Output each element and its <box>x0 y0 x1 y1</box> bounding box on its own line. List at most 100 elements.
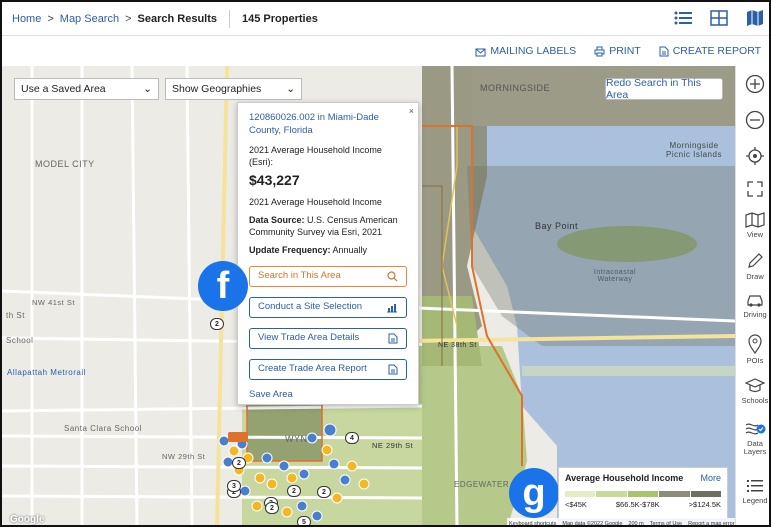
callout-badge-g: g <box>509 468 559 518</box>
map-canvas[interactable]: MODEL CITY MORNINGSIDE Morningside Picni… <box>2 66 735 526</box>
cluster-marker[interactable]: 2 <box>287 485 301 497</box>
cluster-marker[interactable]: 5 <box>297 516 311 525</box>
popup-metric-name: 2021 Average Household Income <box>249 196 382 207</box>
cluster-marker[interactable]: 2 <box>265 502 279 514</box>
map-label-morningside: MORNINGSIDE <box>480 83 551 93</box>
legend-tool-label: Legend <box>742 496 768 505</box>
view-tool[interactable]: View <box>736 212 769 239</box>
top-bar: Home > Map Search > Search Results 145 P… <box>2 2 769 36</box>
popup-title[interactable]: 120860026.002 in Miami-Dade County, Flor… <box>249 112 407 138</box>
report-error-link[interactable]: Report a map error <box>688 521 734 526</box>
fullscreen-button[interactable] <box>736 180 769 200</box>
document-icon <box>388 333 398 344</box>
cluster-marker[interactable]: 4 <box>345 432 359 444</box>
zoom-out-button[interactable] <box>736 110 769 132</box>
breadcrumb-separator: > <box>125 12 132 25</box>
graduation-cap-icon <box>745 378 765 393</box>
pois-tool-label: POIs <box>746 356 764 365</box>
map-tools-sidebar: View Draw Driving POIs Schools Data Laye… <box>735 66 769 525</box>
document-icon <box>388 364 398 375</box>
site-selection-button[interactable]: Conduct a Site Selection <box>249 297 407 319</box>
view-tool-label: View <box>746 230 764 239</box>
list-view-icon[interactable] <box>673 8 693 28</box>
geography-popup: × 120860026.002 in Miami-Dade County, Fl… <box>237 102 419 405</box>
schools-tool[interactable]: Schools <box>736 378 769 405</box>
search-area-label: Search in This Area <box>258 270 341 282</box>
popup-value: $43,227 <box>249 171 300 188</box>
zoom-in-button[interactable] <box>736 74 769 96</box>
create-report-button[interactable]: CREATE REPORT <box>659 45 761 57</box>
popup-frequency: Update Frequency: Annually <box>249 244 407 256</box>
search-area-button[interactable]: Search in This Area <box>249 266 407 288</box>
locate-button[interactable] <box>736 146 769 168</box>
site-selection-label: Conduct a Site Selection <box>258 301 363 313</box>
layers-icon <box>745 423 766 435</box>
map-label-nw29: NW 29th St <box>162 452 206 461</box>
crosshair-icon <box>746 147 764 165</box>
trade-area-report-label: Create Trade Area Report <box>258 363 367 375</box>
legend-swatch <box>690 491 722 497</box>
breadcrumb-current: Search Results <box>137 12 218 25</box>
cluster-marker[interactable]: 2 <box>210 318 224 330</box>
plus-icon <box>745 74 765 94</box>
print-button[interactable]: PRINT <box>594 45 641 57</box>
results-count: 145 Properties <box>242 12 318 25</box>
cluster-marker[interactable]: 2 <box>317 486 331 498</box>
print-label: PRINT <box>609 45 641 57</box>
draw-tool-label: Draw <box>746 272 764 281</box>
driving-tool-label: Driving <box>743 310 767 319</box>
schools-tool-label: Schools <box>741 396 769 405</box>
map-attribution: Keyboard shortcuts Map data ©2022 Google… <box>507 518 735 526</box>
legend-color-scale <box>565 491 722 497</box>
keyboard-shortcuts-link[interactable]: Keyboard shortcuts <box>509 521 556 526</box>
cluster-marker[interactable]: 2 <box>232 457 246 469</box>
saved-area-select[interactable]: Use a Saved Area ⌄ <box>14 78 159 100</box>
cluster-marker[interactable]: 3 <box>227 480 241 492</box>
income-legend: Average Household Income More <$45K $66.… <box>558 467 728 519</box>
search-icon <box>387 271 398 282</box>
map-icon <box>745 212 765 228</box>
map-label-allapattah: Allapattah Metrorail <box>7 368 86 377</box>
trade-area-details-label: View Trade Area Details <box>258 332 360 344</box>
map-label-ne38: NE 38th St <box>438 342 477 349</box>
mailing-labels-button[interactable]: MAILING LABELS <box>475 45 576 57</box>
terms-link[interactable]: Terms of Use <box>650 521 682 526</box>
driving-tool[interactable]: Driving <box>736 292 769 319</box>
frequency-label: Update Frequency: <box>249 245 331 256</box>
geographies-select[interactable]: Show Geographies ⌄ <box>165 78 302 100</box>
draw-tool[interactable]: Draw <box>736 252 769 281</box>
pois-tool[interactable]: POIs <box>736 334 769 365</box>
close-icon[interactable]: × <box>409 105 414 117</box>
chevron-down-icon: ⌄ <box>286 83 295 95</box>
car-icon <box>747 295 763 307</box>
save-area-link[interactable]: Save Area <box>249 389 407 402</box>
map-label-intracoastal: Intracoastal Waterway <box>593 269 637 283</box>
legend-title: Average Household Income <box>565 473 684 483</box>
geographies-value: Show Geographies <box>172 83 262 95</box>
app-frame: Home > Map Search > Search Results 145 P… <box>0 0 771 527</box>
popup-metric: 2021 Average Household Income (Esri): <box>249 144 382 167</box>
data-layers-tool[interactable]: Data Layers <box>736 420 769 457</box>
redo-search-button[interactable]: Redo Search in This Area <box>605 77 723 101</box>
map-label-wynwood: WYN <box>285 434 308 444</box>
map-view-icon[interactable] <box>745 8 765 28</box>
breadcrumb-home[interactable]: Home <box>12 13 41 25</box>
chart-icon <box>387 304 397 313</box>
trade-area-report-button[interactable]: Create Trade Area Report <box>249 359 407 381</box>
legend-tool[interactable]: Legend <box>736 478 769 505</box>
frequency-text: Annually <box>332 245 368 256</box>
document-icon <box>659 46 669 56</box>
legend-more-link[interactable]: More <box>700 473 721 483</box>
map-label-morningside-park: Morningside Picnic Islands <box>666 141 722 159</box>
legend-high: >$124.5K <box>688 500 721 509</box>
data-layers-tool-label: Data Layers <box>743 439 767 457</box>
map-label-nw41: NW 41st St <box>32 298 75 307</box>
grid-view-icon[interactable] <box>709 8 729 28</box>
map-label-ne29: NE 29th St <box>372 441 414 450</box>
breadcrumb-map-search[interactable]: Map Search <box>60 13 119 25</box>
map-label-bay-point: Bay Point <box>535 221 579 231</box>
mailbox-icon <box>475 48 486 56</box>
trade-area-details-button[interactable]: View Trade Area Details <box>249 328 407 350</box>
map-label-school: School <box>6 336 34 345</box>
google-logo: Google <box>10 514 45 525</box>
